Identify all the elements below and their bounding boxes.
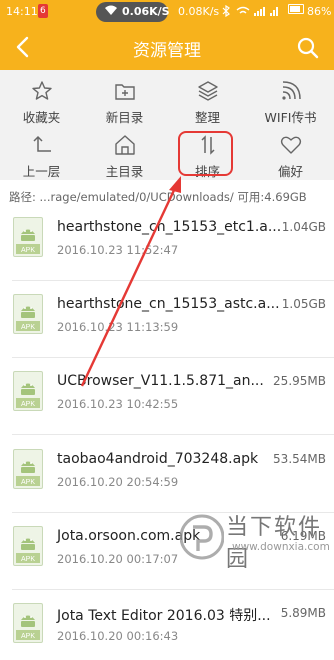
file-date: 2016.10.20 00:17:07 <box>57 551 179 566</box>
home-dir-button[interactable]: 主目录 <box>83 127 166 182</box>
row-divider <box>12 434 334 436</box>
apk-label: APK <box>21 401 35 408</box>
notification-badge: 6 <box>38 4 48 18</box>
file-date: 2016.10.20 20:54:59 <box>57 474 179 489</box>
file-size: 53.54MB <box>273 451 326 466</box>
file-row[interactable]: APK Jota Text Editor 2016.03 特别... 2016.10… <box>0 596 334 660</box>
battery-percent: 86% <box>307 5 332 18</box>
search-icon <box>297 37 319 59</box>
apk-file-icon: APK <box>13 217 43 257</box>
new-folder-label: 新目录 <box>105 110 144 125</box>
apk-label: APK <box>21 247 35 254</box>
favorites-button[interactable]: 收藏夹 <box>0 73 83 128</box>
file-size: 1.04GB <box>281 220 326 234</box>
up-level-icon <box>33 135 51 152</box>
watermark-logo-icon <box>180 514 224 560</box>
wifi-icon <box>282 81 301 100</box>
watermark-url: www.downxia.com <box>232 541 330 553</box>
new-folder-icon <box>115 84 135 100</box>
preferences-button[interactable]: 偏好 <box>249 127 332 182</box>
bluetooth-icon <box>222 4 230 20</box>
file-row[interactable]: APK UCBrowser_V11.1.5.871_an... 2016.10.23… <box>0 364 334 429</box>
wifi-status-icon <box>104 4 118 19</box>
favorites-label: 收藏夹 <box>22 110 61 125</box>
wifi-transfer-label: WIFI传书 <box>264 110 317 125</box>
up-level-button[interactable]: 上一层 <box>0 127 83 182</box>
file-row[interactable]: APK hearthstone_cn_15153_etc1.a... 2016.10… <box>0 210 334 274</box>
file-size: 1.05GB <box>281 297 326 312</box>
heart-icon <box>280 136 302 154</box>
file-date: 2016.10.23 11:52:47 <box>57 243 179 257</box>
apk-file-icon: APK <box>13 294 43 335</box>
status-bar: 14:11 6 0.06K/S 0.08K/s 86% <box>0 0 334 24</box>
page-title: 资源管理 <box>133 41 201 61</box>
file-row[interactable]: APK hearthstone_cn_15153_astc.a... 2016.10… <box>0 287 334 352</box>
network-speed: 0.06K/S <box>122 5 170 18</box>
path-bar: 路径: ...rage/emulated/0/UCDownloads/ 可用:4… <box>0 182 334 210</box>
apk-file-icon: APK <box>13 448 43 489</box>
battery-icon <box>288 4 304 14</box>
row-divider <box>12 357 334 359</box>
file-row[interactable]: APK taobao4android_703248.apk 2016.10.20 2… <box>0 441 334 506</box>
wifi-transfer-button[interactable]: WIFI传书 <box>249 73 332 128</box>
file-name: hearthstone_cn_15153_astc.a... <box>57 296 280 313</box>
apk-file-icon: APK <box>13 603 43 643</box>
file-name: UCBrowser_V11.1.5.871_an... <box>57 373 264 390</box>
new-folder-button[interactable]: 新目录 <box>83 73 166 128</box>
status-time: 14:11 <box>6 5 38 18</box>
apk-label: APK <box>21 556 35 563</box>
file-date: 2016.10.20 00:16:43 <box>57 629 179 643</box>
path-text: 路径: ...rage/emulated/0/UCDownloads/ 可用:4… <box>9 190 307 204</box>
apk-file-icon: APK <box>13 371 43 412</box>
file-size: 5.89MB <box>280 606 326 620</box>
file-name: hearthstone_cn_15153_etc1.a... <box>57 219 282 235</box>
file-name: taobao4android_703248.apk <box>57 450 259 467</box>
home-icon <box>115 135 135 155</box>
file-name: Jota.orsoon.com.apk <box>57 527 201 544</box>
row-divider <box>12 280 334 281</box>
up-level-label: 上一层 <box>22 164 61 179</box>
layers-icon <box>198 81 218 101</box>
file-name: Jota Text Editor 2016.03 特别... <box>57 608 271 624</box>
search-button[interactable] <box>294 34 322 62</box>
sort-highlight-box <box>178 131 233 176</box>
watermark: 当下软件园 www.downxia.com <box>180 505 334 591</box>
organize-label: 整理 <box>194 110 220 125</box>
preferences-label: 偏好 <box>277 164 303 179</box>
apk-label: APK <box>21 479 35 486</box>
apk-label: APK <box>21 324 35 331</box>
app-header: 资源管理 <box>0 24 334 70</box>
signal-icons <box>236 5 282 20</box>
file-date: 2016.10.23 11:13:59 <box>57 320 179 335</box>
apk-file-icon: APK <box>13 525 43 566</box>
file-date: 2016.10.23 10:42:55 <box>57 397 179 412</box>
organize-button[interactable]: 整理 <box>166 73 249 128</box>
home-dir-label: 主目录 <box>105 164 144 179</box>
star-icon <box>32 81 52 100</box>
file-size: 25.95MB <box>273 374 326 389</box>
apk-label: APK <box>21 633 35 640</box>
file-toolbar: 收藏夹 新目录 整理 WIFI传书 上一层 主目录 排序 偏好 <box>0 70 334 180</box>
network-speed-secondary: 0.08K/s <box>178 5 220 18</box>
